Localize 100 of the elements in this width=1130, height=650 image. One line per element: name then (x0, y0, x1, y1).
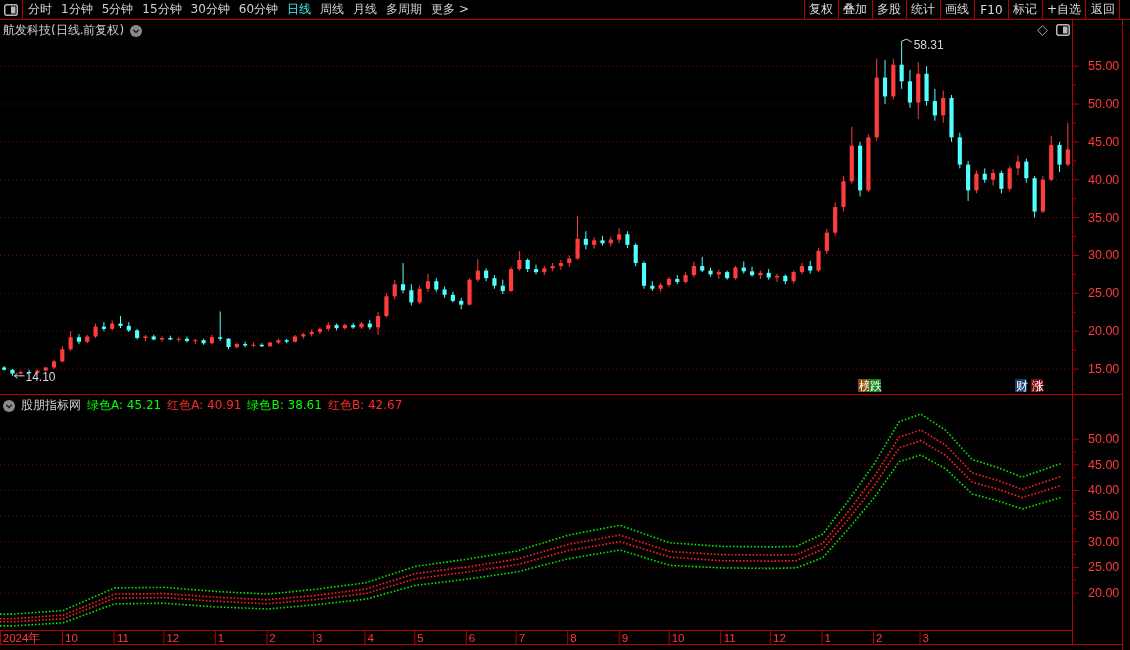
candle (1065, 122, 1070, 167)
candle (392, 279, 397, 300)
candle (683, 271, 688, 284)
candle (101, 321, 106, 332)
candle (135, 328, 140, 340)
axis-label: 50.00 (1088, 97, 1120, 112)
candle (259, 342, 264, 348)
candle (991, 168, 996, 187)
axis-label: 35.00 (1088, 509, 1120, 524)
candle (184, 335, 190, 343)
candle (658, 282, 663, 293)
candle (907, 69, 913, 109)
period-tab[interactable]: 30分钟 (190, 1, 230, 18)
axis-label: 2024年 (2, 631, 41, 644)
panel-icon[interactable] (4, 3, 18, 16)
period-tab[interactable]: 60分钟 (238, 1, 279, 18)
candle (60, 345, 65, 363)
event-badge[interactable]: 榜 (858, 379, 871, 393)
candle (533, 264, 539, 275)
candle (741, 261, 746, 275)
candle (209, 334, 214, 345)
diamond-icon[interactable] (1037, 24, 1048, 36)
event-badge[interactable]: 财 (1015, 379, 1028, 393)
axis-label: 1 (217, 631, 225, 644)
axis-label: 10 (65, 631, 78, 644)
annotation: 14.10 (25, 369, 56, 384)
axis-label: 15.00 (1088, 362, 1120, 376)
candle (126, 321, 131, 333)
candle (641, 261, 647, 290)
candle (409, 283, 414, 306)
indicator-reading: 绿色B: 38.61 (247, 397, 322, 414)
axis-label: 30.00 (1088, 534, 1120, 549)
period-tab[interactable]: 15分钟 (142, 1, 182, 18)
axis-label: 25.00 (1088, 560, 1120, 575)
dropdown-icon[interactable] (130, 24, 143, 37)
axis-label: 9 (621, 631, 629, 644)
period-tab[interactable]: 更多 > (431, 1, 469, 18)
candle (334, 323, 339, 331)
candle (625, 230, 630, 249)
candle (666, 276, 672, 288)
candle (808, 260, 813, 275)
axis-label: 2 (876, 631, 883, 644)
dropdown-icon[interactable] (3, 399, 15, 412)
period-tab[interactable]: 周线 (320, 1, 345, 18)
panel-icon[interactable] (1056, 24, 1070, 36)
candle (982, 167, 987, 184)
candle (766, 268, 771, 281)
candle (1049, 135, 1054, 182)
candle (824, 228, 829, 255)
candle (234, 342, 239, 350)
candle (326, 321, 331, 332)
period-tab[interactable]: 月线 (353, 1, 378, 18)
high-price-label: 58.31 (901, 38, 944, 53)
candle (882, 59, 888, 105)
candle (575, 215, 580, 261)
candle (1040, 175, 1045, 214)
candle (583, 230, 588, 250)
candle (733, 265, 738, 281)
candle (467, 277, 472, 306)
axis-label: 7 (518, 631, 526, 644)
axis-label: 12 (166, 631, 180, 644)
candle (633, 242, 638, 267)
candle (1024, 158, 1029, 184)
candle (143, 334, 148, 342)
candle (384, 292, 389, 319)
period-tab[interactable]: 分时 (28, 1, 52, 18)
period-tab[interactable]: 1分钟 (61, 1, 93, 18)
period-tab[interactable]: 日线 (287, 1, 312, 18)
candle (858, 141, 863, 197)
candle (999, 170, 1004, 194)
axis-label: 3 (315, 631, 323, 644)
candle (118, 315, 123, 329)
candle (791, 270, 796, 284)
candle (292, 334, 298, 343)
axis-label: 25.00 (1088, 286, 1120, 301)
candle (833, 201, 838, 237)
candle (600, 235, 605, 247)
candle (367, 319, 372, 331)
candle (226, 337, 231, 350)
candle (85, 334, 90, 344)
event-badge[interactable]: 涨 (1031, 379, 1044, 393)
candle (941, 89, 946, 124)
indicator-reading: 红色B: 42.67 (327, 397, 403, 414)
axis-label: 40.00 (1088, 483, 1120, 498)
candle (201, 338, 206, 346)
candle (916, 61, 921, 120)
axis-label: 20.00 (1088, 324, 1120, 339)
candle (608, 236, 613, 247)
candle (301, 332, 306, 340)
period-tab[interactable]: 5分钟 (101, 1, 134, 18)
candle (251, 342, 256, 348)
candle (193, 338, 198, 345)
axis-label: 5 (417, 631, 424, 644)
candle (176, 336, 181, 343)
period-tab[interactable]: 多周期 (386, 1, 423, 18)
event-badge[interactable]: 跌 (869, 379, 882, 393)
candle (475, 258, 480, 283)
axis-label: 8 (570, 631, 577, 644)
candle (351, 322, 356, 330)
candle (949, 94, 954, 143)
